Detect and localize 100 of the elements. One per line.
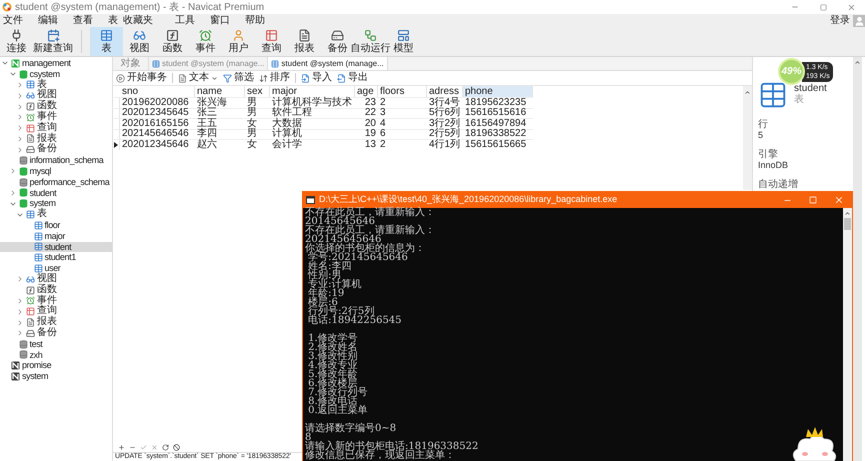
property-label: 引擎 (758, 149, 779, 160)
query-table-icon (26, 124, 35, 133)
document-tab[interactable]: student @system (manage... (268, 57, 388, 70)
toolbar-button[interactable]: 事件 (189, 27, 222, 56)
toolbar-button[interactable]: 用户 (222, 27, 255, 56)
tree-item[interactable]: information_schema (0, 155, 112, 166)
report-icon (26, 318, 35, 328)
scroll-up-icon[interactable] (854, 59, 861, 66)
tree-item[interactable]: system (0, 371, 112, 382)
tree-item[interactable]: test (0, 338, 112, 350)
tree-item[interactable]: 函数 (0, 284, 112, 296)
tree-item[interactable]: 查询 (0, 122, 112, 134)
vertical-scrollbar[interactable] (843, 208, 852, 461)
tree-item[interactable]: student1 (0, 252, 112, 264)
database-icon (18, 340, 28, 349)
tree-item[interactable]: csystem (0, 68, 112, 80)
user-icon (232, 29, 245, 42)
tree-item[interactable]: floor (0, 220, 112, 231)
tree-item[interactable]: student (0, 242, 112, 252)
toolbar-button[interactable]: 筛选 (223, 72, 254, 84)
connection-icon (11, 372, 20, 381)
column-header[interactable]: adress (427, 86, 463, 97)
scroll-up-icon[interactable] (744, 89, 751, 96)
tree-item[interactable]: zxh (0, 350, 112, 360)
tree-item[interactable]: 事件 (0, 112, 112, 123)
toolbar-button[interactable]: 排序 (259, 72, 290, 84)
menu-item[interactable]: 窗口 (209, 14, 231, 26)
menu-item[interactable]: 表 (107, 14, 119, 26)
toolbar-button[interactable]: 查询 (255, 27, 288, 56)
toolbar-button[interactable]: 报表 (288, 27, 321, 56)
menu-item[interactable]: 工具 (174, 14, 196, 26)
vertical-scrollbar[interactable] (743, 86, 752, 190)
tree-item[interactable]: system (0, 198, 112, 210)
tree-item[interactable]: major (0, 230, 112, 242)
toolbar-button[interactable]: 视图 (123, 27, 156, 56)
column-header[interactable]: name (195, 86, 245, 97)
stop-icon[interactable] (173, 444, 180, 450)
column-header[interactable]: age (355, 86, 378, 97)
tree-item[interactable]: 备份 (0, 328, 112, 339)
tree-item[interactable]: 备份 (0, 144, 112, 156)
tree-item[interactable]: performance_schema (0, 176, 112, 188)
menu-item[interactable]: 查看 (72, 14, 94, 26)
table-cell-text: 2 (379, 98, 387, 108)
table-icon (26, 80, 35, 90)
table-cell-text: 大数据 (271, 118, 303, 128)
console-line: 7.修改行列号 (307, 388, 368, 397)
add-icon[interactable] (118, 444, 125, 450)
menu-item[interactable]: 帮助 (244, 14, 266, 26)
tree-item[interactable]: 视图 (0, 274, 112, 285)
toolbar-button[interactable]: 导入 (301, 72, 332, 84)
console-app-icon (306, 196, 315, 204)
column-header[interactable]: floors (378, 86, 427, 97)
menu-item[interactable]: 文件 (2, 14, 24, 26)
toolbar-button[interactable]: 文本 (178, 72, 218, 84)
database-icon (18, 70, 28, 79)
column-header[interactable]: major (270, 86, 355, 97)
tree-item[interactable]: promise (0, 360, 112, 372)
table-cell-text: 13 (364, 140, 377, 150)
tree-item[interactable]: student (0, 188, 112, 198)
toolbar-button[interactable]: 连接 (0, 27, 33, 56)
refresh-icon[interactable] (162, 444, 169, 450)
database-icon (18, 156, 28, 166)
toolbar-button[interactable]: 开始事务 (116, 72, 167, 84)
table-icon (34, 220, 42, 230)
avatar-icon[interactable] (854, 16, 864, 26)
toolbar-button[interactable]: 导出 (337, 72, 368, 84)
console-line: 20145645646 (305, 217, 375, 226)
tree-item[interactable]: mysql (0, 166, 112, 177)
table-cell-text: 202012345646 (121, 140, 190, 150)
toolbar-button[interactable]: 函数 (156, 27, 189, 56)
tree-item[interactable]: 表 (0, 209, 112, 220)
console-line: 你选择的书包柜的信息为： (305, 244, 425, 253)
close-icon[interactable] (151, 444, 158, 450)
tree-item[interactable]: 报表 (0, 317, 112, 328)
tree-item[interactable]: 函数 (0, 101, 112, 112)
table-cell-text: 3行2列 (428, 118, 462, 128)
table-cell-text: 19 (364, 129, 377, 140)
expand-caret-icon[interactable] (16, 275, 24, 284)
column-header[interactable]: sex (245, 86, 270, 97)
scroll-up-icon[interactable] (844, 210, 851, 217)
table-cell-text: 4行1列 (428, 140, 462, 150)
scrollbar-thumb[interactable] (844, 218, 851, 230)
check-icon[interactable] (140, 444, 147, 450)
row-indicator[interactable] (114, 140, 120, 150)
vertical-scrollbar[interactable] (853, 57, 862, 461)
tree-item[interactable]: management (0, 58, 112, 69)
window-title: student @system (management) - 表 - Navicat Premium (15, 0, 264, 14)
menu-item[interactable]: 收藏夹 (122, 14, 154, 26)
tree-item[interactable]: user (0, 263, 112, 274)
table-icon (271, 60, 280, 68)
tree-item[interactable]: 报表 (0, 134, 112, 144)
toolbar-button[interactable]: 表 (90, 27, 123, 56)
sort-icon (259, 74, 268, 82)
toolbar-button[interactable]: 新建查询 (33, 27, 73, 56)
login-link[interactable]: 登录 (830, 14, 850, 26)
column-header[interactable]: phone (463, 86, 533, 97)
export-icon (337, 74, 346, 82)
tree-item[interactable]: 视图 (0, 90, 112, 102)
menu-item[interactable]: 编辑 (37, 14, 59, 26)
column-header[interactable]: sno (120, 86, 195, 97)
